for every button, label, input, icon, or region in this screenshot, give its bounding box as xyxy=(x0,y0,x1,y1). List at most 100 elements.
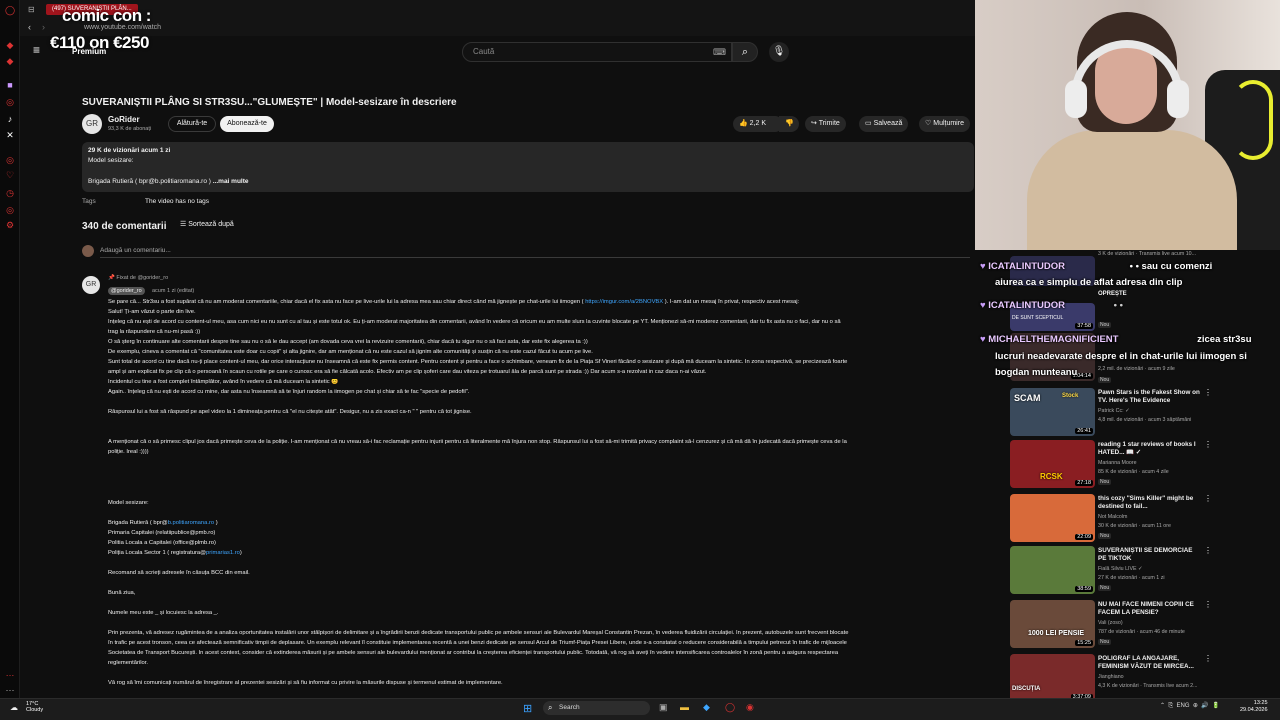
pinboard-icon[interactable]: ◎ xyxy=(5,205,15,215)
comment-link[interactable]: b.politiaromana.ro xyxy=(168,520,214,526)
channel-name[interactable]: GoRider xyxy=(108,115,140,124)
more-options-icon[interactable]: ⋮ xyxy=(1204,654,1212,663)
stream-overlay-text: comic con : xyxy=(62,6,151,25)
comment-avatar[interactable]: GR xyxy=(82,276,100,294)
forward-icon[interactable]: › xyxy=(42,22,45,32)
more-options-icon[interactable]: ⋮ xyxy=(1204,494,1212,503)
start-button[interactable]: ⊞ xyxy=(523,702,532,715)
heart-icon: ♥ xyxy=(980,334,986,345)
instagram-icon[interactable]: ◎ xyxy=(5,97,15,107)
avatar xyxy=(82,245,94,257)
more-options-icon[interactable]: ⋮ xyxy=(1204,546,1212,555)
weather-icon[interactable]: ☁ xyxy=(10,703,18,712)
menu-icon[interactable]: ⋯ xyxy=(5,685,15,695)
hamburger-menu-icon[interactable]: ≡ xyxy=(33,44,45,56)
channel-name[interactable]: Vali (zoso) xyxy=(1098,620,1123,626)
video-title[interactable]: reading 1 star reviews of books I HATED.… xyxy=(1098,441,1202,457)
headset-ear xyxy=(1065,80,1087,118)
video-thumbnail[interactable]: 3:37:09 xyxy=(1010,654,1095,702)
subscribe-button[interactable]: Abonează-te xyxy=(220,116,274,132)
history-icon[interactable]: ◷ xyxy=(5,188,15,198)
comment-line: A menționat că o să primesc clipul jos d… xyxy=(108,439,847,445)
sidebar-app-icon[interactable]: ◆ xyxy=(5,40,15,50)
video-duration: 38:59 xyxy=(1075,586,1093,592)
channel-name[interactable]: Not Malcolm xyxy=(1098,514,1127,520)
file-explorer-icon[interactable]: ▬ xyxy=(680,702,689,712)
video-meta: 85 K de vizionări · acum 4 zile xyxy=(1098,469,1169,475)
video-title[interactable]: Pawn Stars is the Fakest Show on TV. Her… xyxy=(1098,389,1202,405)
like-button[interactable]: 👍 2,2 K xyxy=(733,116,783,132)
video-thumbnail[interactable]: 38:59 xyxy=(1010,546,1095,594)
show-more-link[interactable]: ...mai multe xyxy=(213,178,249,185)
chat-message: ♥ ICATALINTUDOR • • sau cu comenzi xyxy=(980,261,1213,272)
video-title[interactable]: POLIGRAF LA ANGAJARE, FEMINISM VĂZUT DE … xyxy=(1098,655,1202,671)
video-title[interactable]: SUVERANIȘTII SE DEMORCIAE PE TIKTOK xyxy=(1098,547,1202,563)
tiktok-icon[interactable]: ♪ xyxy=(5,114,15,124)
chat-message: ♥ MICHAELTHEMAGNIFICIENT zicea str3su xyxy=(980,334,1252,345)
heart-icon: ♥ xyxy=(980,261,986,272)
channel-name[interactable]: Fială Silviu LIVE ✓ xyxy=(1098,566,1142,572)
sort-icon: ☰ xyxy=(180,221,189,228)
clock[interactable]: 13:25 29.04.2026 xyxy=(1240,700,1268,713)
microphone-icon: 🎙 xyxy=(772,46,786,57)
share-button[interactable]: ↪ Trimite xyxy=(805,116,846,132)
twitch-icon[interactable]: ■ xyxy=(5,80,15,90)
video-duration: 15:25 xyxy=(1075,640,1093,646)
video-thumbnail[interactable]: 15:25 xyxy=(1010,600,1095,648)
tab-nav-icon[interactable]: ⊟ xyxy=(28,5,35,14)
thanks-button[interactable]: ♡ Mulțumire xyxy=(919,116,970,132)
add-comment-input[interactable]: Adaugă un comentariu... xyxy=(100,247,970,258)
video-duration: 26:41 xyxy=(1075,428,1093,434)
sidebar-app-icon[interactable]: ◆ xyxy=(5,56,15,66)
weather-widget[interactable]: 17°C Cloudy xyxy=(26,701,43,713)
app-icon[interactable]: ◆ xyxy=(703,702,710,713)
comment-author[interactable]: @gorider_ro xyxy=(108,287,145,295)
thumbnail-overlay-text: RCSK xyxy=(1040,472,1063,481)
video-title: SUVERANIȘTII PLÂNG SI STR3SU..."GLUMEȘTE… xyxy=(82,97,457,108)
video-meta: 4,8 mil. de vizionări · acum 3 săptămâni xyxy=(1098,417,1192,423)
task-view-icon[interactable]: ▣ xyxy=(659,702,668,713)
channel-avatar[interactable]: GR xyxy=(82,114,102,134)
app-icon[interactable]: ◉ xyxy=(746,702,754,713)
heart-icon: ♥ xyxy=(980,300,986,311)
taskbar-search[interactable]: Search xyxy=(543,701,650,715)
sidebar-app-icon[interactable]: ◎ xyxy=(5,155,15,165)
comment-link[interactable]: https://imgur.com/a/2BNOVBX xyxy=(585,299,663,305)
chat-message: aiurea ca e simplu de aflat adresa din c… xyxy=(995,277,1183,288)
save-button[interactable]: ▭ Salvează xyxy=(859,116,909,132)
youtube-premium-logo[interactable]: Premium xyxy=(72,47,106,56)
search-input[interactable]: Caută xyxy=(462,42,732,62)
opera-icon[interactable]: ◯ xyxy=(5,5,15,15)
chat-message: lucruri neadevarate despre el in chat-ur… xyxy=(995,351,1247,362)
keyboard-icon[interactable]: ⌨ xyxy=(713,47,726,58)
comment-link[interactable]: primarias1.ro xyxy=(206,550,240,556)
more-options-icon[interactable]: ⋮ xyxy=(1204,388,1212,397)
subscriber-count: 93,3 K de abonați xyxy=(108,126,152,132)
x-icon[interactable]: ✕ xyxy=(5,130,15,140)
thumbnail-overlay-text: OPREȘTE xyxy=(1098,291,1127,297)
channel-name[interactable]: Jianghiano xyxy=(1098,674,1124,680)
more-options-icon[interactable]: ⋮ xyxy=(1204,440,1212,449)
video-thumbnail[interactable]: 22:09 xyxy=(1010,494,1095,542)
join-button[interactable]: Alătură-te xyxy=(168,116,216,132)
comment-line: Salut! Ți-am văzut o parte din live. xyxy=(108,309,196,315)
more-icon[interactable]: … xyxy=(5,668,15,678)
opera-gx-icon[interactable]: ◯ xyxy=(725,702,735,713)
video-title[interactable]: NU MAI FACE NIMENI COPIII CE FACEM LA PE… xyxy=(1098,601,1202,617)
dislike-button[interactable]: 👎 xyxy=(779,116,799,132)
thumbnail-overlay-text: SCAM xyxy=(1014,393,1041,403)
video-title[interactable]: this cozy "Sims Killer" might be destine… xyxy=(1098,495,1202,511)
channel-name[interactable]: Marianna Moore xyxy=(1098,460,1137,466)
channel-name[interactable]: Patrick Cc: ✓ xyxy=(1098,408,1130,414)
voice-search-button[interactable]: 🎙 xyxy=(769,42,789,62)
heart-icon[interactable]: ♡ xyxy=(5,170,15,180)
settings-icon[interactable]: ⚙ xyxy=(5,220,15,230)
comment-line: Înțeleg că nu ești de acord cu content-u… xyxy=(108,319,841,325)
more-options-icon[interactable]: ⋮ xyxy=(1204,600,1212,609)
system-tray[interactable]: ⌃ ⎘ ENG ⊕ 🔊 🔋 xyxy=(1160,702,1220,710)
search-button[interactable]: ⌕ xyxy=(732,42,758,62)
new-badge: Nou xyxy=(1098,322,1112,328)
back-icon[interactable]: ‹ xyxy=(28,22,31,32)
sort-button[interactable]: ☰ Sortează după xyxy=(180,220,234,228)
comment-line: Prin prezenta, vă adresez rugămintea de … xyxy=(108,630,849,636)
